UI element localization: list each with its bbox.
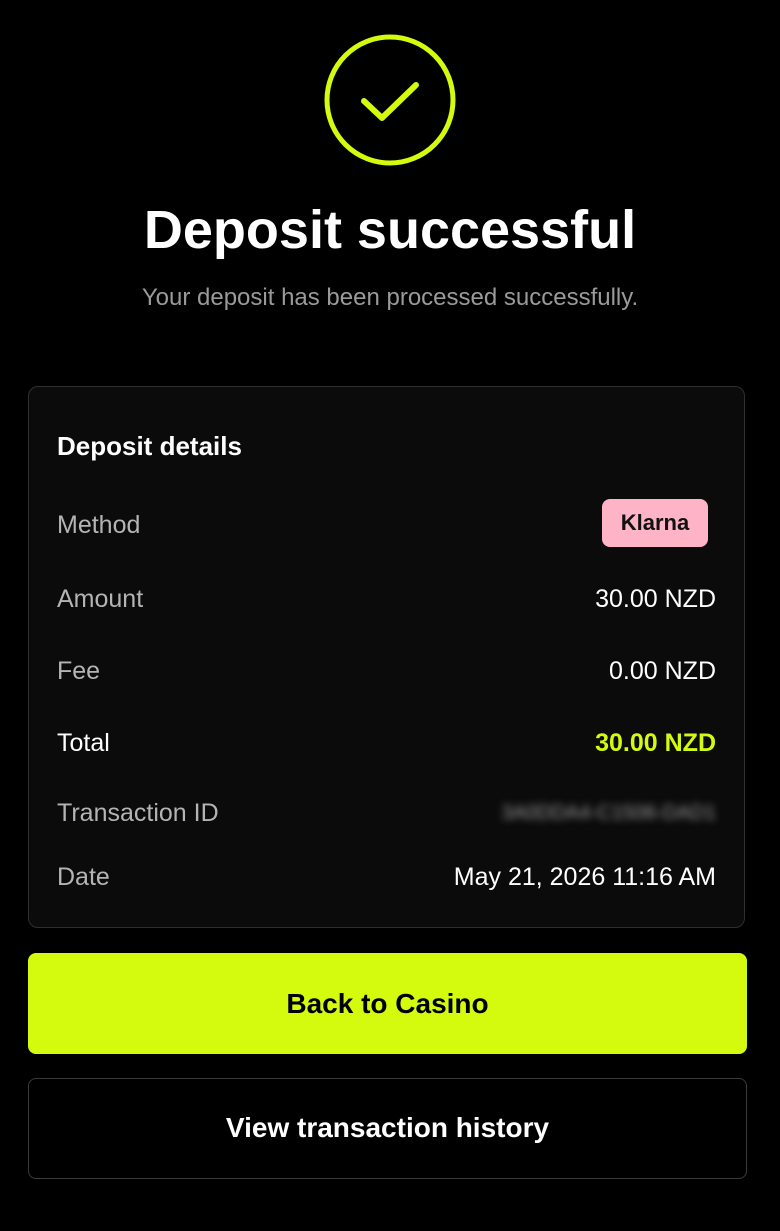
page-subtitle: Your deposit has been processed successf… (141, 284, 639, 311)
klarna-logo: Klarna (602, 499, 708, 547)
card-title: Deposit details (57, 431, 242, 461)
total-value: 30.00 NZD (595, 729, 716, 757)
amount-label: Amount (57, 585, 144, 613)
deposit-details-card: Deposit details Method Klarna Amount 30.… (28, 386, 745, 928)
date-label: Date (57, 863, 110, 891)
view-transaction-history-button[interactable]: View transaction history (28, 1078, 747, 1179)
transaction-id-row: Transaction ID 3A0DDA4-C1506-DAD1 (57, 793, 716, 833)
check-circle-icon (324, 34, 456, 166)
fee-label: Fee (57, 657, 101, 685)
total-label: Total (57, 729, 110, 757)
page-title: Deposit successful (143, 200, 637, 260)
fee-value: 0.00 NZD (609, 657, 716, 685)
total-row: Total 30.00 NZD (57, 723, 716, 763)
transaction-id-value: 3A0DDA4-C1506-DAD1 (501, 802, 716, 824)
date-row: Date May 21, 2026 11:16 AM (57, 857, 716, 897)
transaction-id-label: Transaction ID (57, 799, 219, 827)
amount-row: Amount 30.00 NZD (57, 579, 716, 619)
method-row: Method Klarna (57, 499, 716, 547)
back-to-casino-button[interactable]: Back to Casino (28, 953, 747, 1054)
amount-value: 30.00 NZD (595, 585, 716, 613)
fee-row: Fee 0.00 NZD (57, 651, 716, 691)
date-value: May 21, 2026 11:16 AM (453, 863, 716, 891)
method-label: Method (57, 511, 141, 539)
